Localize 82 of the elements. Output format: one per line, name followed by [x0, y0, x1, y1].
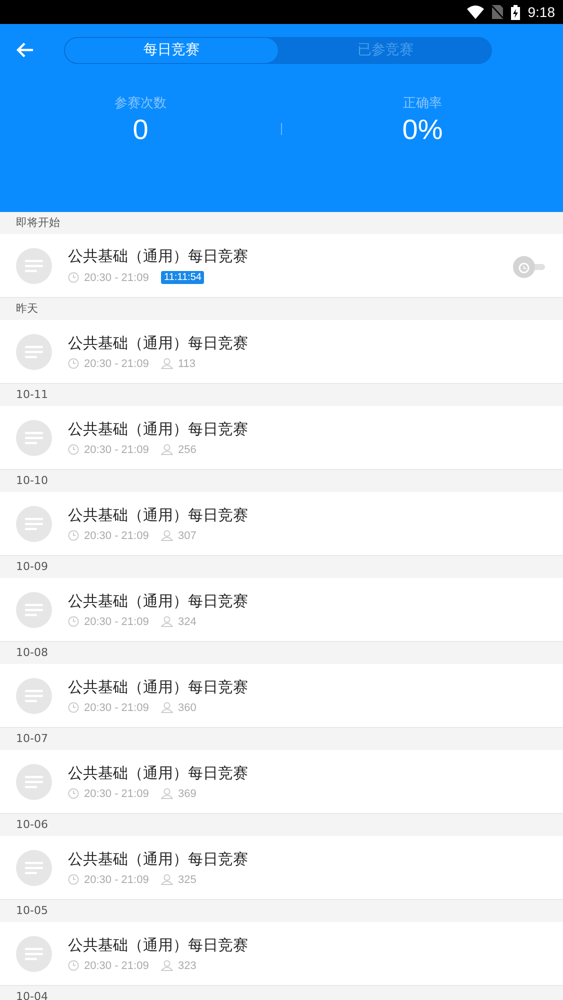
clock-time: 9:18: [528, 4, 555, 20]
contest-card[interactable]: 公共基础（通用）每日竞赛 20:30 - 21:09 325: [0, 836, 563, 900]
section-heading: 10-05: [16, 904, 48, 917]
person-icon: [161, 788, 173, 799]
list-icon: [16, 334, 52, 370]
clock-icon: [68, 358, 79, 369]
person-icon: [161, 874, 173, 885]
participant-count: 369: [178, 788, 196, 800]
back-arrow-icon[interactable]: [16, 42, 34, 58]
contest-card[interactable]: 公共基础（通用）每日竞赛 20:30 - 21:09 113: [0, 320, 563, 384]
list-icon: [16, 936, 52, 972]
time-range: 20:30 - 21:09: [84, 874, 149, 886]
section-heading: 10-11: [16, 388, 48, 401]
list-icon: [16, 850, 52, 886]
contest-card[interactable]: 公共基础（通用）每日竞赛 20:30 - 21:09 323: [0, 922, 563, 986]
contest-card[interactable]: 公共基础（通用）每日竞赛 20:30 - 21:09 324: [0, 578, 563, 642]
contest-title: 公共基础（通用）每日竞赛: [68, 592, 249, 610]
section-heading: 10-08: [16, 646, 48, 659]
section-heading: 10-07: [16, 732, 48, 745]
participant-count: 323: [178, 960, 196, 972]
section-heading: 10-06: [16, 818, 48, 831]
time-range: 20:30 - 21:09: [84, 788, 149, 800]
clock-icon: [68, 272, 79, 283]
person-icon: [161, 444, 173, 455]
no-sim-icon: [492, 5, 503, 19]
time-range: 20:30 - 21:09: [84, 272, 149, 284]
contest-card[interactable]: 公共基础（通用）每日竞赛 20:30 - 21:09 369: [0, 750, 563, 814]
contest-title: 公共基础（通用）每日竞赛: [68, 936, 249, 954]
clock-icon: [68, 874, 79, 885]
person-icon: [161, 702, 173, 713]
list-icon: [16, 592, 52, 628]
list-icon: [16, 420, 52, 456]
clock-icon: [68, 788, 79, 799]
contest-title: 公共基础（通用）每日竞赛: [68, 850, 249, 868]
contest-card[interactable]: 公共基础（通用）每日竞赛 20:30 - 21:09 11:11:54: [0, 234, 563, 298]
time-range: 20:30 - 21:09: [84, 702, 149, 714]
participant-count: 324: [178, 616, 196, 628]
stat-value: 0%: [402, 114, 443, 146]
section-heading: 即将开始: [16, 216, 60, 229]
clock-icon: [68, 960, 79, 971]
person-icon: [161, 960, 173, 971]
person-icon: [161, 358, 173, 369]
list-icon: [16, 764, 52, 800]
wifi-icon: [466, 5, 484, 19]
contest-card[interactable]: 公共基础（通用）每日竞赛 20:30 - 21:09 360: [0, 664, 563, 728]
clock-icon: [68, 530, 79, 541]
participant-count: 113: [178, 358, 196, 370]
stat-label: 参赛次数: [114, 95, 166, 112]
section-heading: 10-10: [16, 474, 48, 487]
section-heading: 昨天: [16, 302, 38, 315]
contest-title: 公共基础（通用）每日竞赛: [68, 678, 249, 696]
stat-label: 正确率: [403, 95, 442, 112]
contest-title: 公共基础（通用）每日竞赛: [68, 764, 249, 782]
contest-title: 公共基础（通用）每日竞赛: [68, 506, 249, 524]
time-range: 20:30 - 21:09: [84, 444, 149, 456]
alarm-toggle[interactable]: [513, 256, 547, 278]
clock-icon: [68, 616, 79, 627]
contest-card[interactable]: 公共基础（通用）每日竞赛 20:30 - 21:09 307: [0, 492, 563, 556]
contest-title: 公共基础（通用）每日竞赛: [68, 334, 249, 352]
clock-icon: [68, 702, 79, 713]
time-range: 20:30 - 21:09: [84, 358, 149, 370]
battery-icon: [510, 4, 520, 20]
person-icon: [161, 616, 173, 627]
participant-count: 360: [178, 702, 196, 714]
section-heading: 10-04: [16, 990, 48, 1000]
stat-value: 0: [132, 114, 148, 146]
list-icon: [16, 678, 52, 714]
time-range: 20:30 - 21:09: [84, 960, 149, 972]
countdown-badge: 11:11:54: [161, 271, 204, 284]
section-heading: 10-09: [16, 560, 48, 573]
contest-card[interactable]: 公共基础（通用）每日竞赛 20:30 - 21:09 256: [0, 406, 563, 470]
person-icon: [161, 530, 173, 541]
participant-count: 325: [178, 874, 196, 886]
contest-title: 公共基础（通用）每日竞赛: [68, 247, 248, 266]
clock-icon: [68, 444, 79, 455]
participant-count: 307: [178, 530, 196, 542]
time-range: 20:30 - 21:09: [84, 530, 149, 542]
time-range: 20:30 - 21:09: [84, 616, 149, 628]
participant-count: 256: [178, 444, 196, 456]
contest-title: 公共基础（通用）每日竞赛: [68, 420, 249, 438]
list-icon: [16, 506, 52, 542]
list-icon: [16, 248, 52, 284]
